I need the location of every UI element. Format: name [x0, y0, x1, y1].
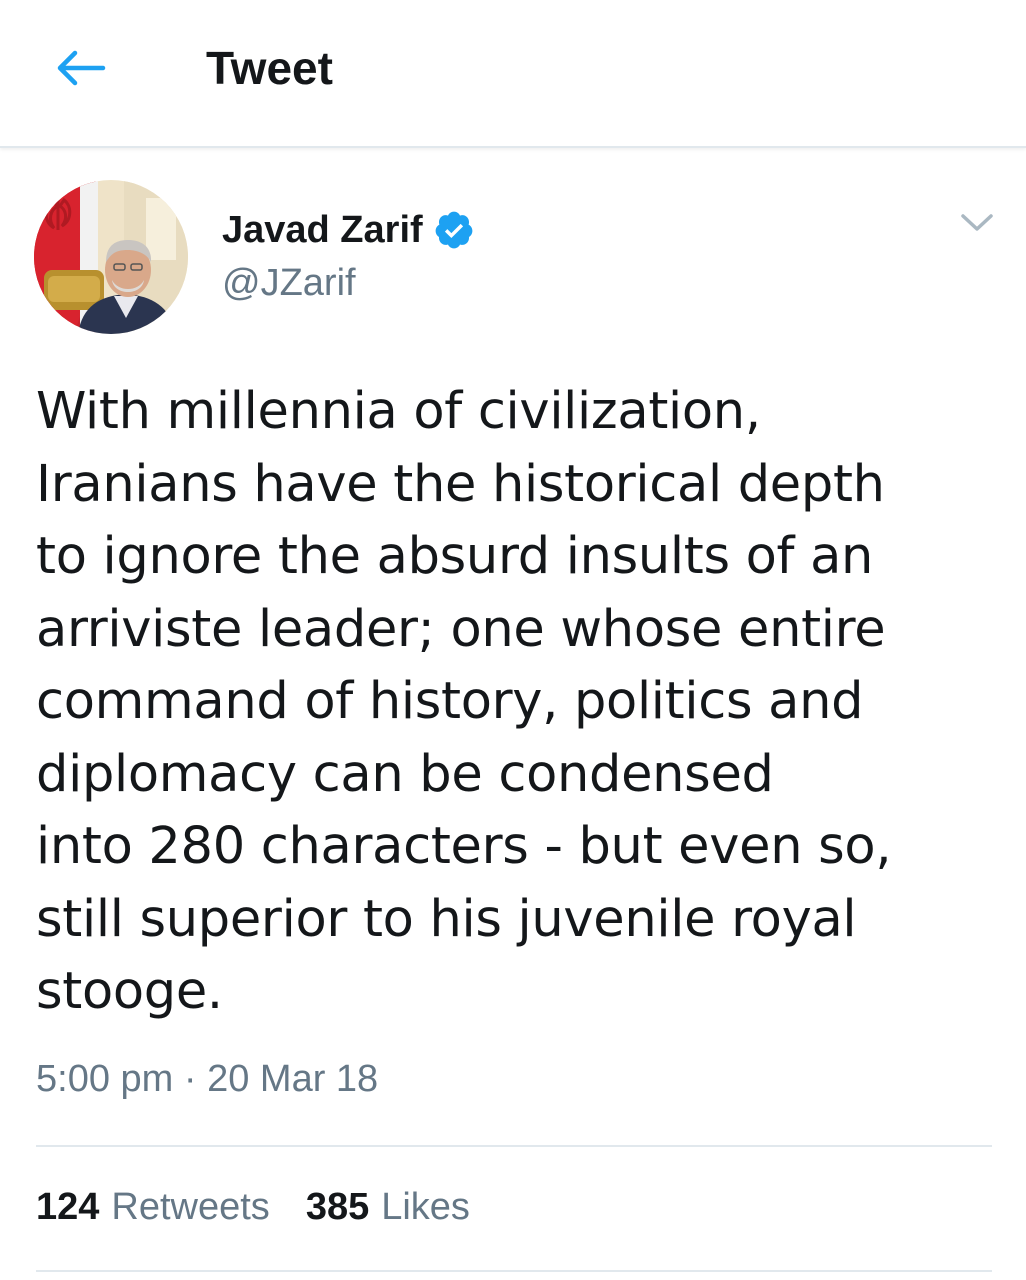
- likes-label: Likes: [381, 1186, 470, 1228]
- profile-photo: [34, 180, 188, 334]
- retweets-count: 124: [36, 1186, 100, 1228]
- likes-stat[interactable]: 385 Likes: [306, 1186, 470, 1229]
- divider: [36, 1270, 992, 1272]
- page-title: Tweet: [206, 42, 333, 94]
- tweet-stats: 124 Retweets 385 Likes: [36, 1186, 470, 1229]
- chevron-down-icon: [961, 214, 993, 231]
- avatar[interactable]: [34, 180, 188, 334]
- tweet-text: With millennia of civilization, Iranians…: [36, 382, 892, 1021]
- tweet-timestamp: 5:00 pm · 20 Mar 18: [36, 1058, 378, 1101]
- likes-count: 385: [305, 1186, 370, 1228]
- back-button[interactable]: [52, 40, 108, 96]
- more-options-button[interactable]: [955, 205, 999, 241]
- timestamp-separator: ·: [183, 1058, 197, 1100]
- author-name-row: Javad Zarif: [222, 206, 475, 254]
- tweet-date: 20 Mar 18: [207, 1058, 379, 1100]
- retweets-stat[interactable]: 124 Retweets: [36, 1186, 270, 1229]
- top-app-bar: Tweet: [0, 0, 1026, 148]
- arrow-left-icon: [57, 50, 106, 86]
- author-handle[interactable]: @JZarif: [222, 262, 356, 305]
- author-display-name[interactable]: Javad Zarif: [222, 209, 423, 252]
- tweet-time: 5:00 pm: [36, 1058, 174, 1100]
- divider: [36, 1145, 992, 1147]
- retweets-label: Retweets: [111, 1186, 270, 1228]
- verified-badge-icon: [433, 209, 475, 251]
